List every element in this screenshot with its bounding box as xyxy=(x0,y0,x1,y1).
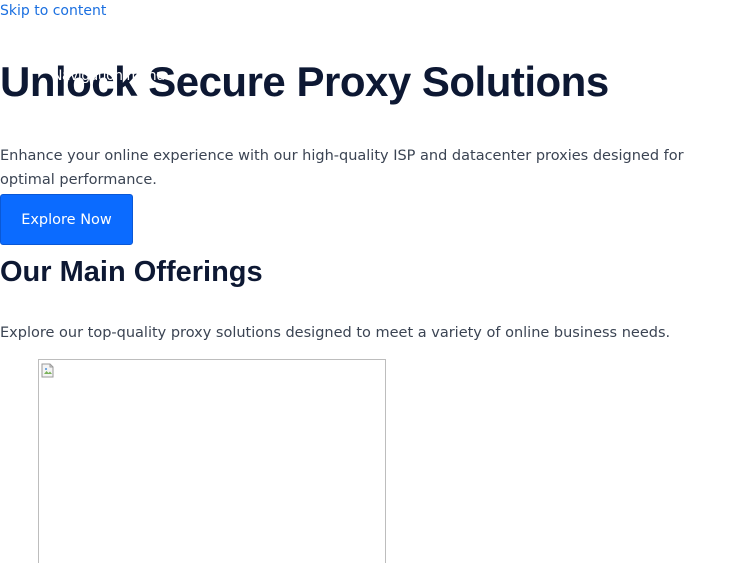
broken-image-icon xyxy=(41,363,54,378)
offerings-title: Our Main Offerings xyxy=(0,256,263,288)
offering-image xyxy=(38,359,386,563)
hero-description: Enhance your online experience with our … xyxy=(0,148,684,188)
page: Skip to content Unlock Secure Proxy Solu… xyxy=(0,0,750,563)
hero-overlay-text: Navigation menu xyxy=(52,68,165,84)
offerings-description: Explore our top-quality proxy solutions … xyxy=(0,325,671,341)
skip-to-content-link[interactable]: Skip to content xyxy=(0,3,106,19)
explore-now-button[interactable]: Explore Now xyxy=(0,194,133,245)
